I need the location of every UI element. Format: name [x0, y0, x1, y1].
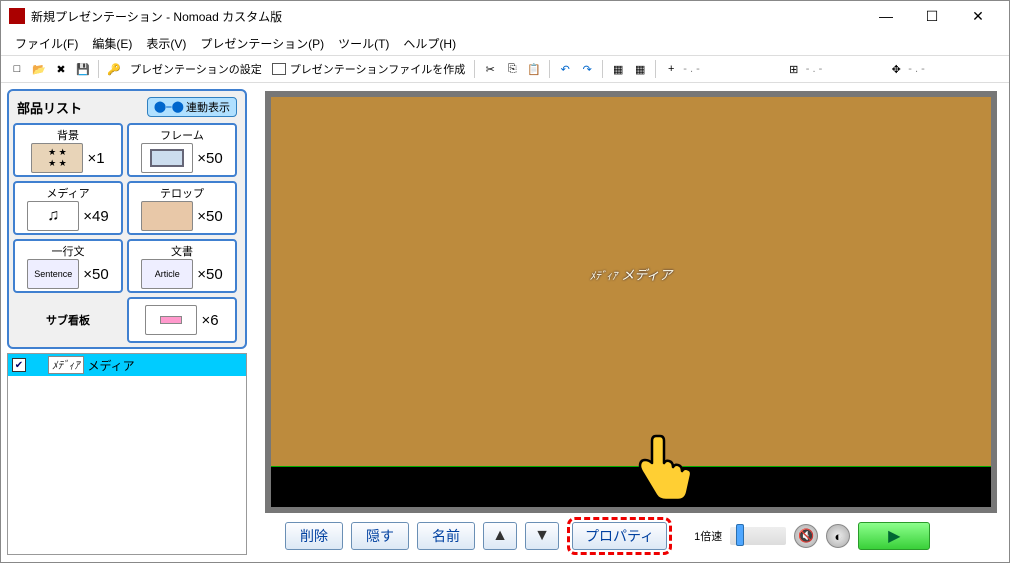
close-doc-icon[interactable]: ✖: [51, 59, 71, 79]
grid1-icon[interactable]: ▦: [608, 59, 628, 79]
cut-icon[interactable]: ✂: [480, 59, 500, 79]
left-panel: 部品リスト ⬤⎯⬤ 連動表示 背景 ★ ★★ ★ ×1 フレーム: [1, 83, 253, 561]
properties-highlight: プロパティ: [567, 517, 672, 555]
undo-icon[interactable]: ↶: [555, 59, 575, 79]
copy-icon[interactable]: ⎘: [502, 59, 522, 79]
mute-icon[interactable]: 🔇: [794, 524, 818, 548]
window-close[interactable]: ✕: [955, 1, 1001, 31]
toolbar-dash1: - . -: [683, 63, 700, 75]
item-list[interactable]: ✔ ﾒﾃﾞｨｱ メディア: [7, 353, 247, 555]
canvas-body[interactable]: ﾒﾃﾞｨｱ メディア: [271, 97, 991, 467]
toolbar-dash3: - . -: [908, 63, 925, 75]
window-minimize[interactable]: —: [863, 1, 909, 31]
new-icon[interactable]: □: [7, 59, 27, 79]
list-item-name: メディア: [88, 357, 135, 374]
thumb-media: ♫: [27, 201, 79, 231]
canvas-media-label[interactable]: ﾒﾃﾞｨｱ メディア: [590, 265, 673, 284]
play-icon: ▶: [888, 526, 900, 546]
window-maximize[interactable]: ☐: [909, 1, 955, 31]
menu-edit[interactable]: 編集(E): [86, 33, 138, 54]
hide-button[interactable]: 隠す: [351, 522, 409, 550]
delete-button[interactable]: 削除: [285, 522, 343, 550]
speed-label: 1倍速: [694, 528, 722, 544]
plus-icon[interactable]: +: [661, 59, 681, 79]
part-telop[interactable]: テロップ ×50: [127, 181, 237, 235]
parts-panel: 部品リスト ⬤⎯⬤ 連動表示 背景 ★ ★★ ★ ×1 フレーム: [7, 89, 247, 349]
part-article[interactable]: 文書 Article ×50: [127, 239, 237, 293]
canvas[interactable]: ﾒﾃﾞｨｱ メディア: [265, 91, 997, 513]
part-subsign-label: サブ看板: [13, 297, 123, 343]
thumb-article: Article: [141, 259, 193, 289]
parts-title: 部品リスト: [17, 98, 82, 117]
open-icon[interactable]: 📂: [29, 59, 49, 79]
paste-icon[interactable]: 📋: [524, 59, 544, 79]
part-media[interactable]: メディア ♫ ×49: [13, 181, 123, 235]
thumb-subsign: [145, 305, 197, 335]
speed-slider[interactable]: [730, 527, 786, 545]
thumb-telop: [141, 201, 193, 231]
move-up-button[interactable]: ▲: [483, 522, 517, 550]
redo-icon[interactable]: ↷: [577, 59, 597, 79]
titlebar: 新規プレゼンテーション - Nomoad カスタム版 — ☐ ✕: [1, 1, 1009, 31]
menubar: ファイル(F) 編集(E) 表示(V) プレゼンテーション(P) ツール(T) …: [1, 31, 1009, 55]
right-panel: ﾒﾃﾞｨｱ メディア 削除 隠す 名前 ▲ ▼ プロパティ 1倍速 🔇 ◐ ▶: [253, 83, 1009, 561]
toolbar-dash2: - . -: [806, 63, 823, 75]
globe-icon[interactable]: ◐: [826, 524, 850, 548]
grid2-icon[interactable]: ▦: [630, 59, 650, 79]
properties-button[interactable]: プロパティ: [572, 522, 667, 550]
settings-label: プレゼンテーションの設定: [130, 61, 262, 77]
list-item[interactable]: ✔ ﾒﾃﾞｨｱ メディア: [8, 354, 246, 376]
menu-tool[interactable]: ツール(T): [332, 33, 395, 54]
menu-file[interactable]: ファイル(F): [9, 33, 84, 54]
thumb-background: ★ ★★ ★: [31, 143, 83, 173]
thumb-frame: [141, 143, 193, 173]
name-button[interactable]: 名前: [417, 522, 475, 550]
part-subsign[interactable]: ×6: [127, 297, 237, 343]
part-background[interactable]: 背景 ★ ★★ ★ ×1: [13, 123, 123, 177]
move-down-button[interactable]: ▼: [525, 522, 559, 550]
link-display-badge[interactable]: ⬤⎯⬤ 連動表示: [147, 97, 237, 117]
presentation-settings-button[interactable]: プレゼンテーションの設定: [126, 58, 266, 80]
save-icon[interactable]: 💾: [73, 59, 93, 79]
bottom-bar: 削除 隠す 名前 ▲ ▼ プロパティ 1倍速 🔇 ◐ ▶: [265, 519, 997, 553]
part-frame[interactable]: フレーム ×50: [127, 123, 237, 177]
key-icon[interactable]: 🔑: [104, 59, 124, 79]
menu-presentation[interactable]: プレゼンテーション(P): [194, 33, 330, 54]
makefile-label: プレゼンテーションファイルを作成: [290, 61, 465, 77]
play-button[interactable]: ▶: [858, 522, 930, 550]
menu-help[interactable]: ヘルプ(H): [397, 33, 462, 54]
app-icon: [9, 8, 25, 24]
menu-view[interactable]: 表示(V): [140, 33, 192, 54]
window-title: 新規プレゼンテーション - Nomoad カスタム版: [31, 8, 863, 25]
checkbox-icon[interactable]: ✔: [12, 358, 26, 372]
move-icon[interactable]: ✥: [886, 59, 906, 79]
list-item-tag: ﾒﾃﾞｨｱ: [48, 356, 84, 374]
part-sentence[interactable]: 一行文 Sentence ×50: [13, 239, 123, 293]
toolbar: □ 📂 ✖ 💾 🔑 プレゼンテーションの設定 プレゼンテーションファイルを作成 …: [1, 55, 1009, 83]
canvas-footer: [271, 467, 991, 507]
make-presentation-file-button[interactable]: プレゼンテーションファイルを作成: [268, 58, 469, 80]
thumb-sentence: Sentence: [27, 259, 79, 289]
boxplus-icon[interactable]: ⊞: [784, 59, 804, 79]
